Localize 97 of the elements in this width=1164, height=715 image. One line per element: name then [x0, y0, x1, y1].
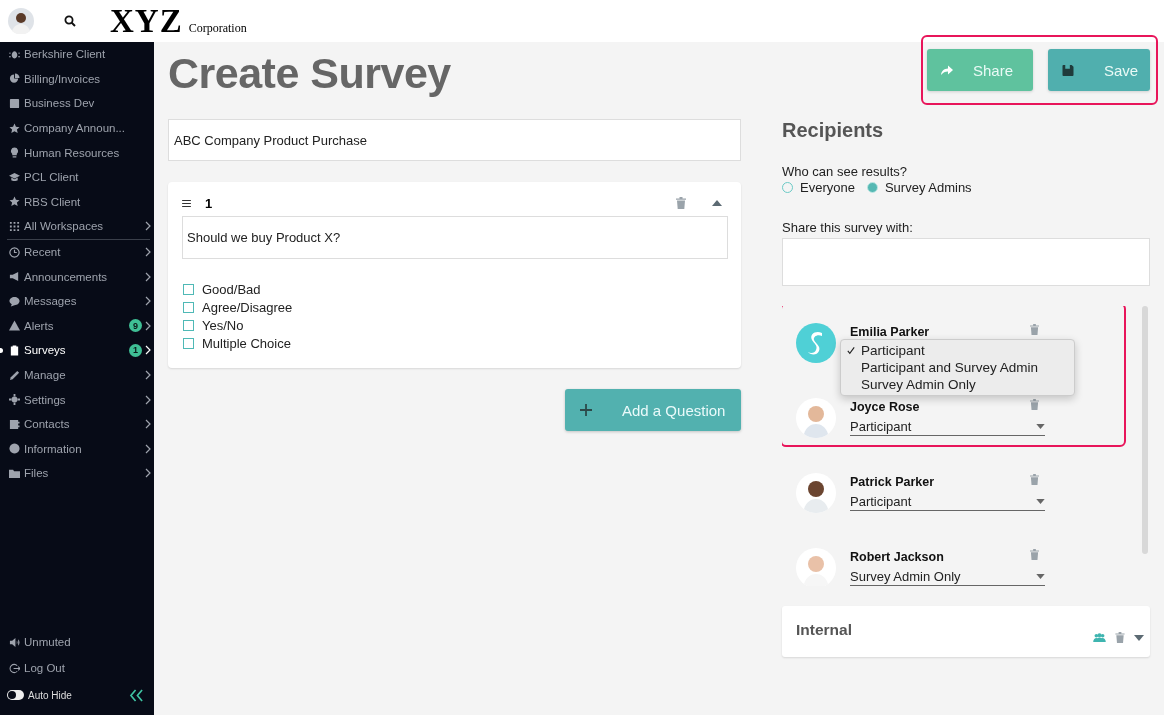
role-select[interactable]: Participant — [850, 492, 1045, 511]
logo-avatar — [796, 323, 836, 363]
share-field[interactable] — [782, 238, 1150, 286]
sidebar-item[interactable]: Information — [0, 436, 154, 462]
star-icon — [9, 196, 20, 208]
trash-icon[interactable] — [1115, 632, 1125, 643]
sidebar-item[interactable]: Billing/Invoices — [0, 66, 154, 92]
checkbox[interactable] — [183, 319, 194, 331]
sidebar-item[interactable]: Alerts 9 — [0, 313, 154, 339]
person-avatar — [796, 548, 836, 586]
menu-icon[interactable] — [182, 199, 191, 207]
clipboard-icon — [9, 344, 20, 356]
sidebar-item[interactable]: Company Announ... — [0, 115, 154, 141]
megaphone-icon — [9, 271, 20, 283]
caret-down-icon — [1036, 423, 1045, 429]
logout-icon — [9, 662, 20, 674]
field-label: Share this survey with: — [782, 220, 914, 235]
menu-item[interactable]: Participant — [841, 342, 1074, 359]
caret-up-icon[interactable] — [712, 200, 722, 206]
group-name: Internal — [796, 620, 852, 639]
share-arrow-icon — [941, 64, 953, 76]
sidebar-item[interactable]: Files — [0, 461, 154, 486]
star-icon — [9, 122, 20, 134]
folder-icon — [9, 467, 20, 479]
sidebar-item[interactable]: Manage — [0, 362, 154, 388]
sidebar-item[interactable]: Log Out — [0, 655, 154, 681]
sidebar-item[interactable]: Recent — [0, 239, 154, 265]
radio-button[interactable] — [866, 182, 878, 193]
person-name: Patrick Parker — [850, 475, 935, 489]
trash-icon[interactable] — [1030, 399, 1039, 410]
bug-icon — [9, 48, 20, 60]
sidebar-item[interactable]: All Workspaces — [0, 214, 154, 239]
grid-icon — [9, 220, 20, 232]
field-label: Who can see results? — [782, 164, 908, 179]
sidebar-item[interactable]: Unmuted — [0, 629, 154, 655]
checkbox[interactable] — [183, 301, 194, 313]
radio-label: Survey Admins — [884, 180, 972, 195]
sidebar-item[interactable]: Messages — [0, 288, 154, 314]
scrollbar[interactable] — [1142, 306, 1148, 554]
option-label: Multiple Choice — [202, 335, 291, 351]
survey-name-field[interactable]: ABC Company Product Purchase — [168, 119, 741, 161]
sidebar-item[interactable]: Settings — [0, 387, 154, 412]
caret-down-icon — [1036, 498, 1045, 504]
pencil-icon — [9, 369, 20, 381]
company-logo-subtitle: Corporation — [188, 20, 247, 36]
toggle-switch[interactable] — [7, 690, 24, 700]
radio-label: Everyone — [800, 180, 855, 195]
lightbulb-icon — [9, 147, 20, 159]
option-label: Yes/No — [202, 317, 244, 333]
company-logo: XYZ — [110, 2, 183, 40]
sidebar-item[interactable]: PCL Client — [0, 164, 154, 190]
sidebar-item[interactable]: Business Dev — [0, 91, 154, 116]
sidebar-item[interactable]: Human Resources — [0, 140, 154, 165]
caret-down-icon[interactable] — [1134, 634, 1144, 641]
contact-card-icon — [9, 418, 20, 430]
speaker-icon — [9, 636, 20, 648]
person-name: Robert Jackson — [850, 550, 944, 564]
people-icon[interactable] — [1093, 633, 1106, 642]
person-name: Emilia Parker — [850, 325, 930, 339]
warning-icon — [9, 320, 20, 332]
settings-icon — [9, 394, 20, 406]
option-label: Agree/Disagree — [202, 299, 293, 315]
menu-item[interactable]: Survey Admin Only — [841, 376, 1074, 393]
collapse-icon[interactable] — [129, 688, 144, 702]
section-title: Recipients — [782, 119, 885, 142]
page-title: Create Survey — [168, 48, 452, 99]
trash-icon[interactable] — [1030, 549, 1039, 560]
checkbox[interactable] — [183, 337, 194, 349]
person-avatar — [796, 398, 836, 438]
role-select[interactable]: Survey Admin Only — [850, 567, 1045, 586]
person-avatar — [796, 473, 836, 513]
search-icon[interactable] — [64, 15, 76, 27]
sidebar-item[interactable]: Contacts — [0, 411, 154, 437]
pie-chart-icon — [9, 73, 20, 85]
trash-icon[interactable] — [676, 197, 686, 209]
clock-icon — [9, 246, 20, 258]
checkbox[interactable] — [183, 283, 194, 295]
count-badge: 9 — [129, 319, 142, 333]
menu-item[interactable]: Participant and Survey Admin — [841, 359, 1074, 376]
sidebar-item[interactable]: Announcements — [0, 264, 154, 289]
question-field[interactable]: Should we buy Product X? — [182, 216, 728, 259]
trash-icon[interactable] — [1030, 474, 1039, 485]
option-label: Good/Bad — [202, 281, 261, 297]
sidebar-item[interactable]: RBS Client — [0, 189, 154, 215]
chat-bubble-icon — [9, 295, 20, 307]
sidebar-item[interactable]: Berkshire Client — [0, 42, 154, 67]
question-number: 1 — [205, 195, 213, 211]
graduation-cap-icon — [9, 171, 20, 183]
role-select[interactable]: Participant — [850, 417, 1045, 436]
user-avatar[interactable] — [8, 8, 34, 34]
count-badge: 1 — [129, 343, 142, 357]
sidebar-item[interactable]: Surveys 1 — [0, 338, 154, 363]
auto-hide-label: Auto Hide — [28, 689, 72, 701]
person-name: Joyce Rose — [850, 400, 920, 414]
plus-icon — [580, 404, 592, 416]
trash-icon[interactable] — [1030, 324, 1039, 335]
caret-down-icon — [1036, 573, 1045, 579]
